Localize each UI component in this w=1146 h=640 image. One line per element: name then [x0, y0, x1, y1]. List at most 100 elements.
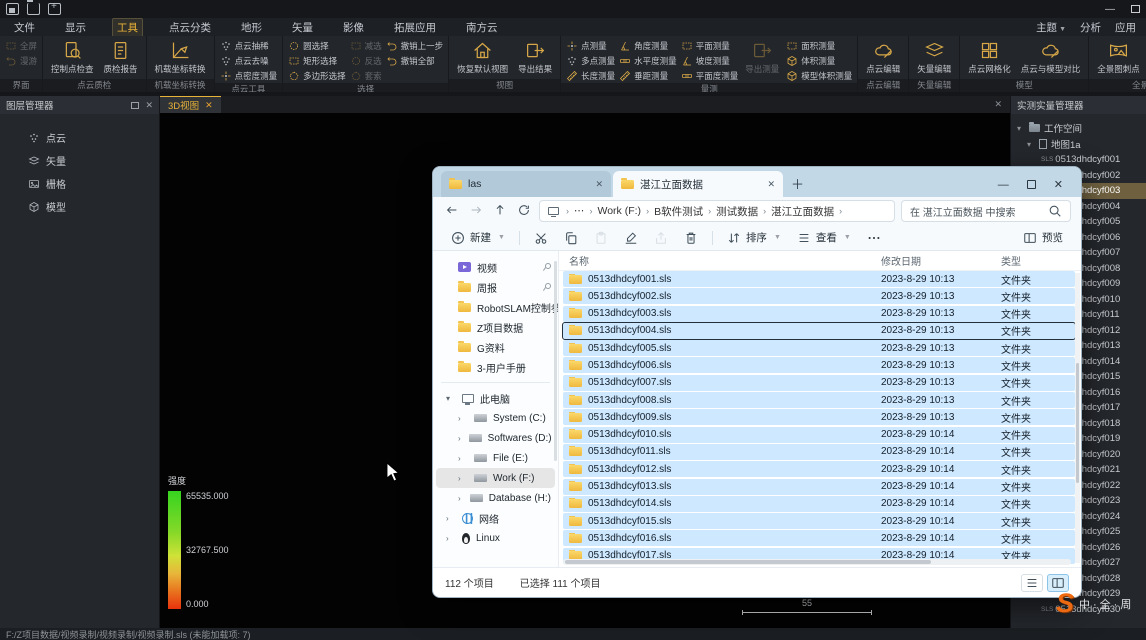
ribbon-button-点密度测量[interactable]: 点密度测量: [220, 69, 278, 83]
ribbon-button-平面测量[interactable]: 平面测量: [681, 39, 739, 53]
toolbar-cut-button[interactable]: [528, 228, 554, 248]
ribbon-button-多边形选择[interactable]: 多边形选择: [288, 69, 346, 83]
ribbon-button-撤销上一步[interactable]: 撤销上一步: [386, 39, 444, 53]
open-folder-icon[interactable]: [27, 3, 40, 15]
breadcrumb-item-测试数据[interactable]: 测试数据: [716, 204, 758, 219]
chevron-icon[interactable]: ›: [446, 514, 454, 523]
toolbar-查看-button[interactable]: 查看▼: [791, 227, 857, 248]
nav-item-此电脑[interactable]: ▾此电脑: [436, 388, 555, 408]
file-row-0513dhdcyf012.sls[interactable]: 0513dhdcyf012.sls2023-8-29 10:14文件夹: [563, 461, 1075, 477]
chevron-icon[interactable]: ›: [446, 534, 454, 543]
analysis-menu[interactable]: 分析: [1080, 20, 1101, 35]
file-row-0513dhdcyf001.sls[interactable]: 0513dhdcyf001.sls2023-8-29 10:13文件夹: [563, 271, 1075, 287]
ribbon-button-漫游[interactable]: 漫游: [5, 54, 37, 68]
menu-item-矢量[interactable]: 矢量: [288, 19, 317, 36]
menu-item-显示[interactable]: 显示: [61, 19, 90, 36]
toolbar-more-button[interactable]: [861, 228, 887, 248]
forward-icon[interactable]: [467, 203, 485, 220]
ribbon-button-垂距测量[interactable]: 垂距测量: [619, 69, 677, 83]
up-icon[interactable]: [491, 203, 509, 220]
explorer-minimize-icon[interactable]: —: [998, 179, 1009, 191]
ribbon-button-点云与模型对比[interactable]: 点云与模型对比: [1018, 39, 1084, 76]
refresh-icon[interactable]: [515, 203, 533, 220]
breadcrumb-item-⋯[interactable]: ⋯: [574, 205, 585, 217]
nav-item-Database (H:)[interactable]: ›Database (H:): [436, 488, 555, 508]
nav-item-RobotSLAM控制参数[interactable]: RobotSLAM控制参数: [436, 297, 555, 317]
ribbon-button-套索[interactable]: 套索: [350, 69, 382, 83]
toolbar-paste-button[interactable]: [588, 228, 614, 248]
nav-item-Work (F:)[interactable]: ›Work (F:): [436, 468, 555, 488]
ribbon-button-水平度测量[interactable]: 水平度测量: [619, 54, 677, 68]
explorer-maximize-icon[interactable]: [1027, 180, 1036, 189]
ribbon-button-点云去噪[interactable]: 点云去噪: [220, 54, 278, 68]
file-row-0513dhdcyf003.sls[interactable]: 0513dhdcyf003.sls2023-8-29 10:13文件夹: [563, 306, 1075, 322]
layer-item-模型[interactable]: 模型: [0, 195, 159, 218]
file-row-0513dhdcyf010.sls[interactable]: 0513dhdcyf010.sls2023-8-29 10:14文件夹: [563, 427, 1075, 443]
nav-item-Z项目数据[interactable]: Z项目数据: [436, 317, 555, 337]
back-icon[interactable]: [443, 203, 461, 220]
layer-item-矢量[interactable]: 矢量: [0, 149, 159, 172]
menu-item-拓展应用[interactable]: 拓展应用: [390, 19, 440, 36]
menu-item-影像[interactable]: 影像: [339, 19, 368, 36]
tree-node-map[interactable]: ▾地图1a: [1011, 136, 1146, 152]
theme-menu[interactable]: 主题▼: [1036, 20, 1066, 35]
ribbon-button-减选[interactable]: 减选: [350, 39, 382, 53]
search-input[interactable]: 在 湛江立面数据 中搜索: [901, 200, 1071, 222]
ribbon-button-点云抽稀[interactable]: 点云抽稀: [220, 39, 278, 53]
horizontal-scrollbar[interactable]: [563, 559, 1071, 565]
toolbar-新建-button[interactable]: 新建▼: [445, 227, 511, 248]
chevron-icon[interactable]: ›: [458, 414, 466, 423]
nav-item-周报[interactable]: 周报: [436, 277, 555, 297]
menu-item-工具[interactable]: 工具: [112, 18, 143, 37]
ribbon-button-体积测量[interactable]: 体积测量: [786, 54, 852, 68]
chevron-down-icon[interactable]: ▾: [1027, 140, 1035, 149]
toolbar-share-button[interactable]: [648, 228, 674, 248]
tab-close-icon[interactable]: ✕: [767, 179, 775, 190]
chevron-down-icon[interactable]: ▾: [1017, 124, 1025, 133]
chevron-icon[interactable]: ›: [458, 474, 466, 483]
ribbon-button-质检报告[interactable]: 质检报告: [101, 39, 141, 76]
layer-item-点云[interactable]: 点云: [0, 126, 159, 149]
nav-item-3-用户手册[interactable]: 3-用户手册: [436, 357, 555, 377]
chevron-icon[interactable]: ›: [458, 494, 462, 503]
nav-item-网络[interactable]: ›网络: [436, 508, 555, 528]
ribbon-button-长度测量[interactable]: 长度测量: [566, 69, 615, 83]
ribbon-button-撤销全部[interactable]: 撤销全部: [386, 54, 444, 68]
file-row-0513dhdcyf013.sls[interactable]: 0513dhdcyf013.sls2023-8-29 10:14文件夹: [563, 479, 1075, 495]
explorer-tab-湛江立面数据[interactable]: 湛江立面数据✕: [613, 171, 783, 197]
nav-scrollbar[interactable]: [554, 261, 557, 461]
ribbon-button-面积测量[interactable]: 面积测量: [786, 39, 852, 53]
nav-item-Softwares (D:)[interactable]: ›Softwares (D:): [436, 428, 555, 448]
column-header-type[interactable]: 类型: [1001, 253, 1061, 268]
file-row-0513dhdcyf006.sls[interactable]: 0513dhdcyf006.sls2023-8-29 10:13文件夹: [563, 357, 1075, 373]
apply-menu[interactable]: 应用: [1115, 20, 1136, 35]
ribbon-button-矢量编辑[interactable]: 矢量编辑: [914, 39, 954, 76]
ribbon-button-导出测量[interactable]: 导出测量: [742, 39, 782, 76]
ribbon-button-点云网格化[interactable]: 点云网格化: [965, 39, 1014, 76]
app-minimize-icon[interactable]: —: [1105, 4, 1115, 15]
toolbar-copy-button[interactable]: [558, 228, 584, 248]
chevron-icon[interactable]: ›: [458, 454, 466, 463]
nav-item-视频[interactable]: 视频: [436, 257, 555, 277]
ribbon-button-全景图刺点[interactable]: 全景图刺点: [1094, 39, 1143, 76]
toolbar-preview-button[interactable]: 预览: [1017, 227, 1069, 248]
ribbon-button-多点测量[interactable]: 多点测量: [566, 54, 615, 68]
nav-item-Linux[interactable]: ›Linux: [436, 528, 555, 548]
nav-item-G资料[interactable]: G资料: [436, 337, 555, 357]
menu-item-地形[interactable]: 地形: [237, 19, 266, 36]
ribbon-button-平面度测量[interactable]: 平面度测量: [681, 69, 739, 83]
ribbon-button-点测量[interactable]: 点测量: [566, 39, 615, 53]
breadcrumb-item-湛江立面数据[interactable]: 湛江立面数据: [771, 204, 834, 219]
column-header-name[interactable]: 名称: [559, 253, 881, 268]
breadcrumb-item-B软件测试[interactable]: B软件测试: [654, 204, 703, 219]
ribbon-button-圆选择[interactable]: 圆选择: [288, 39, 346, 53]
layer-item-栅格[interactable]: 栅格: [0, 172, 159, 195]
tree-node-workspace[interactable]: ▾工作空间: [1011, 120, 1146, 136]
save-icon[interactable]: [6, 3, 19, 15]
file-row-0513dhdcyf016.sls[interactable]: 0513dhdcyf016.sls2023-8-29 10:14文件夹: [563, 530, 1075, 546]
menu-item-文件[interactable]: 文件: [10, 19, 39, 36]
tabstrip-close-icon[interactable]: ✕: [994, 99, 1010, 110]
ribbon-button-点云编辑[interactable]: 点云编辑: [863, 39, 903, 76]
ribbon-button-矩形选择[interactable]: 矩形选择: [288, 54, 346, 68]
column-header-date[interactable]: 修改日期: [881, 253, 1001, 268]
